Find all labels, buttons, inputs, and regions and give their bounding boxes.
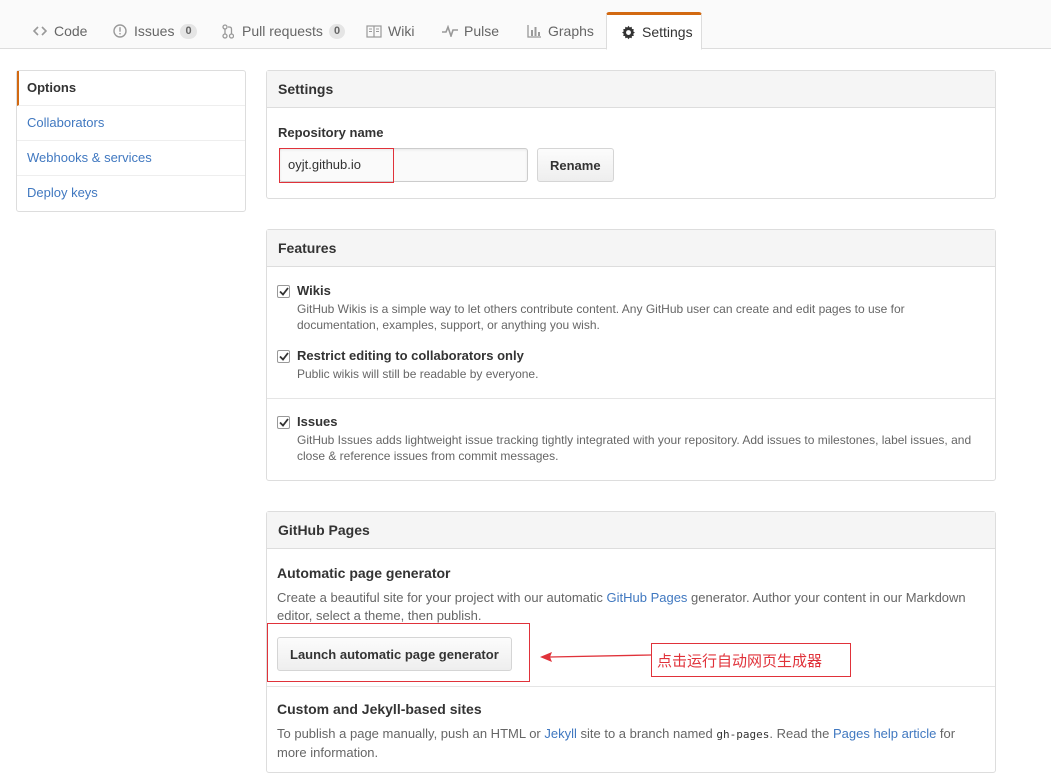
description-text: To publish a page manually, push an HTML…	[277, 726, 545, 741]
tab-settings[interactable]: Settings	[606, 12, 702, 50]
code-icon	[32, 23, 48, 39]
description-text: editor, select a theme, then publish.	[277, 608, 482, 623]
features-divider	[267, 398, 995, 399]
tab-label: Code	[54, 23, 88, 39]
annotation-arrow-icon	[540, 652, 652, 662]
pages-help-article-link[interactable]: Pages help article	[833, 726, 936, 741]
wikis-option-desc-line-1: GitHub Wikis is a simple way to let othe…	[297, 302, 905, 316]
tab-label: Issues	[134, 23, 175, 39]
gear-icon	[621, 24, 636, 40]
tab-label: Pulse	[464, 23, 500, 39]
sidebar-item-collaborators[interactable]: Collaborators	[17, 106, 245, 141]
automatic-page-generator-description: Create a beautiful site for your project…	[277, 589, 987, 625]
custom-jekyll-sites-heading: Custom and Jekyll-based sites	[277, 701, 482, 717]
tab-graphs[interactable]: Graphs	[512, 13, 608, 49]
description-text: site to a branch named	[576, 726, 717, 741]
checkmark-icon	[278, 287, 289, 296]
tab-wiki[interactable]: Wiki	[352, 13, 428, 49]
description-text: . Read the	[769, 726, 833, 741]
automatic-page-generator-heading: Automatic page generator	[277, 565, 451, 581]
settings-box-title: Settings	[267, 71, 995, 108]
tab-label: Pull requests	[242, 23, 323, 39]
description-text: more information.	[277, 745, 379, 760]
issues-option-desc-line-2: close & reference issues from commit mes…	[297, 449, 559, 463]
pulse-icon	[442, 23, 458, 39]
jekyll-link[interactable]: Jekyll	[544, 726, 577, 741]
wikis-option-desc-line-2: documentation, examples, support, or any…	[297, 318, 600, 332]
tab-label: Graphs	[548, 23, 594, 39]
github-pages-link[interactable]: GitHub Pages	[607, 590, 688, 605]
description-text: for	[936, 726, 956, 741]
tab-pull-requests[interactable]: Pull requests 0	[206, 13, 359, 49]
gh-pages-branch-code: gh-pages	[716, 728, 770, 741]
issues-counter: 0	[180, 23, 197, 39]
pages-divider	[267, 686, 995, 687]
settings-sidebar-menu: Options Collaborators Webhooks & service…	[16, 70, 246, 212]
annotation-note: 点击运行自动网页生成器	[651, 643, 851, 677]
wikis-option-title: Wikis	[297, 283, 331, 298]
sidebar-item-webhooks-services[interactable]: Webhooks & services	[17, 141, 245, 176]
sidebar-item-options[interactable]: Options	[17, 71, 245, 106]
restrict-editing-option-title: Restrict editing to collaborators only	[297, 348, 524, 363]
tab-label: Settings	[642, 24, 693, 40]
features-box-title: Features	[267, 230, 995, 267]
tab-pulse[interactable]: Pulse	[428, 13, 513, 49]
features-box: Features Wikis GitHub Wikis is a simple …	[266, 229, 996, 481]
annotation-highlight-repo-name	[279, 148, 394, 183]
annotation-highlight-launch-button	[267, 623, 530, 682]
custom-jekyll-sites-description: To publish a page manually, push an HTML…	[277, 725, 987, 762]
issues-checkbox[interactable]	[277, 416, 290, 429]
description-text: Create a beautiful site for your project…	[277, 590, 607, 605]
graph-icon	[526, 23, 542, 39]
restrict-editing-checkbox[interactable]	[277, 350, 290, 363]
wikis-checkbox[interactable]	[277, 285, 290, 298]
rename-button[interactable]: Rename	[537, 148, 614, 182]
issue-opened-icon	[112, 23, 128, 39]
tab-code[interactable]: Code	[18, 13, 101, 49]
issues-option-title: Issues	[297, 414, 338, 429]
tab-issues[interactable]: Issues 0	[98, 13, 211, 49]
description-text: generator. Author your content in our Ma…	[687, 590, 966, 605]
checkmark-icon	[278, 418, 289, 427]
repository-name-label: Repository name	[278, 125, 384, 140]
book-icon	[366, 23, 382, 39]
issues-option-desc-line-1: GitHub Issues adds lightweight issue tra…	[297, 433, 972, 447]
sidebar-item-deploy-keys[interactable]: Deploy keys	[17, 176, 245, 211]
tab-label: Wiki	[388, 23, 415, 39]
pull-requests-counter: 0	[328, 23, 346, 39]
git-pull-request-icon	[220, 23, 236, 39]
checkmark-icon	[278, 352, 289, 361]
restrict-editing-option-desc: Public wikis will still be readable by e…	[297, 367, 539, 381]
repo-nav-tabs: Code Issues 0 Pull requests 0 Wiki Pulse…	[0, 0, 1051, 50]
github-pages-box-title: GitHub Pages	[267, 512, 995, 549]
